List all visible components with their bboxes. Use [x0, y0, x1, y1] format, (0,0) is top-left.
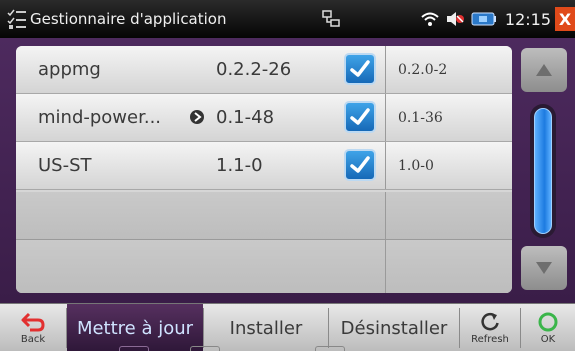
uninstall-tab[interactable]: Désinstaller: [315, 304, 459, 351]
package-checkbox[interactable]: [344, 53, 376, 85]
refresh-label: Refresh: [471, 334, 509, 345]
installed-version: 0.2.0-2: [398, 61, 448, 78]
ok-label: OK: [540, 334, 556, 345]
package-table: appmg 0.2.2-26 0.2.0-2 mind-power... 0.1…: [16, 46, 512, 293]
checklist-icon: [6, 8, 28, 30]
package-checkbox[interactable]: [344, 149, 376, 181]
table-row[interactable]: appmg 0.2.2-26 0.2.0-2: [16, 46, 512, 94]
empty-row: [16, 192, 512, 240]
arrow-down-icon: [536, 262, 552, 274]
install-tab[interactable]: Installer: [190, 304, 328, 351]
package-version: 0.2.2-26: [216, 59, 292, 80]
refresh-button[interactable]: Refresh: [460, 304, 520, 351]
installed-version: 1.0-0: [398, 157, 434, 174]
ok-circle-icon: [538, 312, 558, 332]
update-label: Mettre à jour: [76, 317, 194, 339]
wifi-icon: [421, 11, 439, 27]
battery-icon: [471, 11, 497, 27]
package-checkbox[interactable]: [344, 101, 376, 133]
back-button[interactable]: Back: [0, 304, 66, 351]
column-divider: [385, 192, 386, 239]
package-name: mind-power...: [38, 107, 162, 128]
close-button[interactable]: X: [555, 7, 575, 31]
scroll-down-button[interactable]: [521, 246, 567, 290]
arrow-up-icon: [536, 64, 552, 76]
column-divider: [385, 142, 386, 189]
package-name: US-ST: [38, 155, 92, 176]
table-row[interactable]: mind-power... 0.1-48 0.1-36: [16, 94, 512, 142]
empty-row: [16, 240, 512, 293]
package-version: 1.1-0: [216, 155, 263, 176]
check-icon: [350, 108, 370, 125]
info-icon[interactable]: [189, 109, 205, 129]
scrollbar[interactable]: [519, 46, 569, 293]
title-bar: Gestionnaire d'application 12:15 X: [0, 0, 575, 38]
clock: 12:15: [504, 9, 551, 29]
column-divider: [385, 46, 386, 93]
install-label: Installer: [229, 317, 303, 339]
scroll-thumb[interactable]: [534, 108, 552, 234]
bottom-toolbar: Back Mettre à jour Installer Désinstalle…: [0, 303, 575, 351]
window-title: Gestionnaire d'application: [30, 10, 227, 28]
uninstall-label: Désinstaller: [340, 317, 448, 339]
column-divider: [385, 94, 386, 141]
check-icon: [350, 60, 370, 77]
installed-version: 0.1-36: [398, 109, 443, 126]
update-tab[interactable]: Mettre à jour: [67, 304, 203, 351]
network-icon: [322, 10, 340, 32]
column-divider: [385, 240, 386, 293]
mute-icon: [445, 11, 465, 27]
back-label: Back: [20, 334, 46, 345]
ok-button[interactable]: OK: [521, 304, 575, 351]
check-icon: [350, 156, 370, 173]
package-version: 0.1-48: [216, 107, 275, 128]
scroll-up-button[interactable]: [521, 48, 567, 92]
refresh-icon: [481, 313, 499, 331]
scroll-track[interactable]: [530, 104, 556, 238]
package-name: appmg: [38, 59, 101, 80]
back-arrow-icon: [21, 312, 45, 332]
main-area: appmg 0.2.2-26 0.2.0-2 mind-power... 0.1…: [0, 38, 575, 303]
table-row[interactable]: US-ST 1.1-0 1.0-0: [16, 142, 512, 190]
